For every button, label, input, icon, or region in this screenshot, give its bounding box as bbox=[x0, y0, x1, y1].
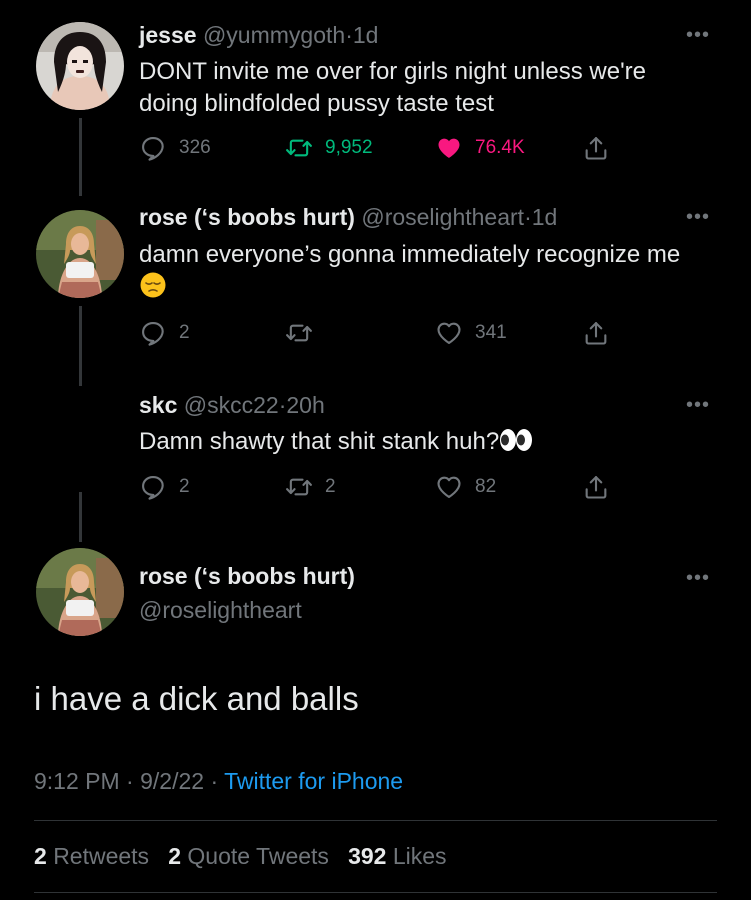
main-tweet-text: i have a dick and balls bbox=[34, 680, 359, 717]
avatar-photo bbox=[36, 210, 124, 298]
post-date[interactable]: 9/2/22 bbox=[140, 768, 204, 794]
separator: · bbox=[210, 768, 219, 794]
tweet-actions: 326 9,952 76.4K bbox=[139, 133, 619, 163]
reply-button[interactable]: 326 bbox=[139, 133, 211, 163]
tweet-meta: 9:12 PM · 9/2/22 · Twitter for iPhone bbox=[34, 768, 403, 795]
quotes-stat[interactable]: 2 Quote Tweets bbox=[168, 843, 329, 869]
eyes-icon bbox=[500, 429, 533, 451]
retweets-count: 2 bbox=[34, 843, 47, 869]
reply-count: 326 bbox=[179, 137, 211, 158]
display-name[interactable]: skc bbox=[139, 392, 177, 418]
reply-icon bbox=[139, 319, 167, 347]
likes-label: Likes bbox=[392, 843, 447, 869]
display-name[interactable]: rose (‘s boobs hurt) bbox=[139, 204, 355, 230]
more-icon[interactable]: ••• bbox=[686, 24, 710, 47]
retweet-button[interactable]: 2 bbox=[285, 472, 336, 502]
display-name[interactable]: jesse bbox=[139, 22, 197, 48]
pensive-face-icon bbox=[140, 272, 166, 298]
user-handle[interactable]: @roselightheart bbox=[361, 204, 524, 230]
avatar-photo bbox=[36, 548, 124, 636]
reply-icon bbox=[139, 473, 167, 501]
separator: · bbox=[345, 22, 353, 48]
reply-count: 2 bbox=[179, 476, 190, 497]
share-button[interactable] bbox=[582, 472, 610, 502]
avatar[interactable] bbox=[36, 548, 124, 636]
like-icon bbox=[435, 319, 463, 347]
divider bbox=[34, 820, 717, 821]
like-count: 76.4K bbox=[475, 137, 525, 158]
divider bbox=[34, 892, 717, 893]
separator: · bbox=[524, 204, 532, 230]
tweet-actions: 2 2 82 bbox=[139, 472, 619, 502]
retweet-icon bbox=[285, 319, 313, 347]
thread-tweet[interactable]: skc @skcc22·20h ••• Damn shawty that shi… bbox=[0, 380, 751, 520]
like-button[interactable]: 341 bbox=[435, 318, 507, 348]
source-link[interactable]: Twitter for iPhone bbox=[224, 768, 403, 794]
thread-tweet[interactable]: rose (‘s boobs hurt) @roselightheart·1d … bbox=[0, 190, 751, 380]
like-button[interactable]: 82 bbox=[435, 472, 496, 502]
reply-button[interactable]: 2 bbox=[139, 318, 190, 348]
tweet-header: skc @skcc22·20h bbox=[139, 392, 325, 419]
likes-count: 392 bbox=[348, 843, 387, 869]
timestamp[interactable]: 1d bbox=[353, 22, 379, 48]
share-icon bbox=[582, 473, 610, 501]
avatar[interactable] bbox=[36, 22, 124, 110]
share-icon bbox=[582, 134, 610, 162]
share-icon bbox=[582, 319, 610, 347]
more-icon[interactable]: ••• bbox=[686, 206, 710, 229]
avatar-photo bbox=[36, 22, 124, 110]
more-icon[interactable]: ••• bbox=[686, 567, 710, 590]
like-count: 341 bbox=[475, 322, 507, 343]
separator: · bbox=[126, 768, 134, 794]
timestamp[interactable]: 20h bbox=[286, 392, 324, 418]
engagement-stats: 2 Retweets 2 Quote Tweets 392 Likes bbox=[34, 843, 447, 870]
retweets-label: Retweets bbox=[53, 843, 150, 869]
like-icon bbox=[435, 473, 463, 501]
avatar[interactable] bbox=[36, 210, 124, 298]
tweet-header: jesse @yummygoth·1d bbox=[139, 22, 378, 49]
timestamp[interactable]: 1d bbox=[532, 204, 558, 230]
retweet-icon bbox=[285, 473, 313, 501]
tweet-text: Damn shawty that shit stank huh? bbox=[139, 426, 709, 458]
retweets-stat[interactable]: 2 Retweets bbox=[34, 843, 149, 869]
retweet-icon bbox=[285, 134, 313, 162]
like-icon bbox=[435, 134, 463, 162]
quotes-label: Quote Tweets bbox=[187, 843, 329, 869]
reply-button[interactable]: 2 bbox=[139, 472, 190, 502]
tweet-actions: 2 341 bbox=[139, 318, 619, 348]
retweet-button[interactable]: 9,952 bbox=[285, 133, 373, 163]
display-name[interactable]: rose (‘s boobs hurt) bbox=[139, 563, 355, 590]
retweet-count: 9,952 bbox=[325, 137, 373, 158]
reply-icon bbox=[139, 134, 167, 162]
likes-stat[interactable]: 392 Likes bbox=[348, 843, 446, 869]
retweet-button[interactable] bbox=[285, 318, 325, 348]
post-time[interactable]: 9:12 PM bbox=[34, 768, 120, 794]
more-icon[interactable]: ••• bbox=[686, 394, 710, 417]
like-button[interactable]: 76.4K bbox=[435, 133, 525, 163]
tweet-text-content: Damn shawty that shit stank huh? bbox=[139, 428, 500, 455]
retweet-count: 2 bbox=[325, 476, 336, 497]
share-button[interactable] bbox=[582, 133, 610, 163]
tweet-text: damn everyone’s gonna immediately recogn… bbox=[139, 239, 709, 304]
user-handle[interactable]: @roselightheart bbox=[139, 597, 302, 624]
like-count: 82 bbox=[475, 476, 497, 497]
reply-count: 2 bbox=[179, 322, 190, 343]
tweet-text-content: damn everyone’s gonna immediately recogn… bbox=[139, 241, 681, 268]
share-button[interactable] bbox=[582, 318, 610, 348]
user-handle[interactable]: @yummygoth bbox=[203, 22, 345, 48]
tweet-text: DONT invite me over for girls night unle… bbox=[139, 58, 646, 117]
quotes-count: 2 bbox=[168, 843, 182, 869]
user-handle[interactable]: @skcc22 bbox=[184, 392, 279, 418]
tweet-header: rose (‘s boobs hurt) @roselightheart·1d bbox=[139, 204, 557, 231]
thread-tweet[interactable]: jesse @yummygoth·1d ••• DONT invite me o… bbox=[0, 0, 751, 190]
